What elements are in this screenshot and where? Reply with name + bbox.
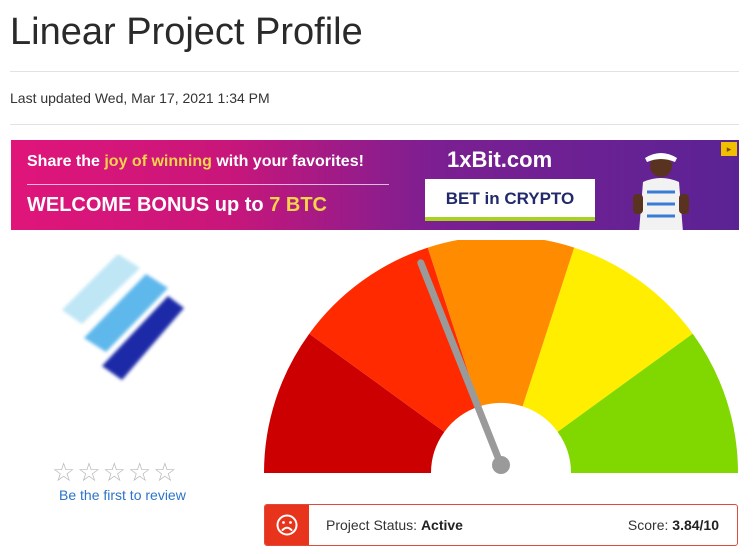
ad-divider bbox=[27, 184, 389, 185]
review-link[interactable]: Be the first to review bbox=[59, 487, 186, 503]
ad-bonus-text: WELCOME BONUS up to 7 BTC bbox=[27, 194, 327, 216]
gauge-hub bbox=[492, 456, 510, 474]
star-icon[interactable]: ☆ bbox=[103, 459, 126, 485]
ad-brand-logo: 1xBit.com bbox=[447, 147, 553, 172]
project-logo bbox=[62, 254, 184, 380]
star-icon[interactable]: ☆ bbox=[77, 459, 100, 485]
ad-banner[interactable]: Share the joy of winning with your favor… bbox=[11, 140, 739, 230]
rating-stars[interactable]: ☆ ☆ ☆ ☆ ☆ bbox=[52, 459, 177, 485]
score-gauge bbox=[264, 240, 738, 474]
divider bbox=[10, 124, 739, 125]
sad-face-icon bbox=[276, 514, 298, 536]
divider bbox=[10, 71, 739, 72]
status-icon-box bbox=[265, 505, 309, 545]
project-status: Project Status: Active bbox=[326, 517, 463, 533]
star-icon[interactable]: ☆ bbox=[153, 459, 176, 485]
project-score: Score: 3.84/10 bbox=[627, 517, 719, 533]
ad-cta-button[interactable]: BET in CRYPTO bbox=[425, 179, 595, 221]
last-updated: Last updated Wed, Mar 17, 2021 1:34 PM bbox=[10, 90, 270, 106]
ad-headline: Share the joy of winning with your favor… bbox=[27, 153, 364, 170]
page-title: Linear Project Profile bbox=[10, 11, 363, 53]
ad-player-image bbox=[633, 153, 689, 230]
star-icon[interactable]: ☆ bbox=[128, 459, 151, 485]
ad-choices-icon[interactable]: ▸ bbox=[721, 142, 737, 156]
project-status-bar: Project Status: Active Score: 3.84/10 bbox=[264, 504, 738, 546]
star-icon[interactable]: ☆ bbox=[52, 459, 75, 485]
